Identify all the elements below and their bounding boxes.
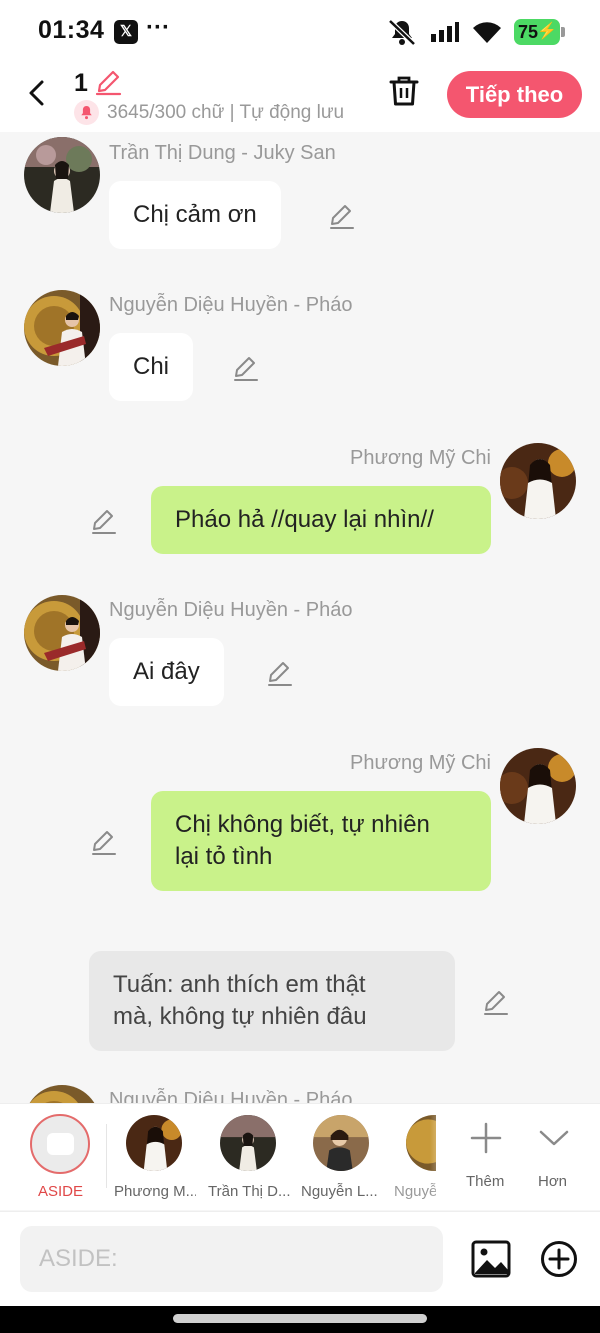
add-circle-icon[interactable] <box>540 1240 578 1278</box>
charging-icon: ⚡ <box>537 23 557 40</box>
edit-pencil-icon[interactable] <box>90 507 118 535</box>
editor-header: 1 3645/300 chữ | Tự động lưu Tiếp theo <box>0 62 600 132</box>
message-bubble[interactable]: Pháo hả //quay lại nhìn// <box>151 486 491 554</box>
speaker-name: Nguyễn Diệu Huyền - Pháo <box>109 294 353 316</box>
avatar-phuong-my-chi[interactable] <box>500 443 576 519</box>
aside-label: ASIDE <box>38 1183 84 1200</box>
back-arrow-icon[interactable] <box>22 78 52 108</box>
bell-icon <box>74 100 99 125</box>
character-selector-bar: ASIDE Phương M... Trần Thị D... Nguyễn L… <box>0 1103 600 1210</box>
status-time: 01:34 <box>38 16 105 44</box>
speaker-name: Phương Mỹ Chi <box>350 447 491 469</box>
aside-input[interactable] <box>20 1226 443 1292</box>
scroll-fade <box>430 1104 460 1204</box>
avatar-nguyen-dieu-huyen[interactable] <box>24 290 100 366</box>
edit-pencil-icon[interactable] <box>90 828 118 856</box>
home-indicator[interactable] <box>173 1314 427 1323</box>
speaker-name: Phương Mỹ Chi <box>350 752 491 774</box>
image-icon[interactable] <box>471 1240 511 1278</box>
message-input-bar <box>0 1211 600 1306</box>
avatar-tran-thi-dung[interactable] <box>24 137 100 213</box>
edit-pencil-icon[interactable] <box>482 988 510 1016</box>
next-button[interactable]: Tiếp theo <box>447 71 582 118</box>
divider <box>106 1124 107 1188</box>
system-nav-bar <box>0 1306 600 1333</box>
app-screen: 01:34 𝕏 ··· 75 ⚡ 1 3645/300 chữ | Tự độn… <box>0 0 600 1333</box>
message-bubble[interactable]: Chị không biết, tự nhiên lại tỏ tình <box>151 791 491 891</box>
story-title[interactable]: 1 <box>74 69 88 98</box>
word-count-status: 3645/300 chữ | Tự động lưu <box>107 102 345 123</box>
status-bar: 01:34 𝕏 ··· 75 ⚡ <box>0 0 600 62</box>
character-avatar-phuong-my-chi[interactable] <box>126 1115 182 1171</box>
message-bubble[interactable]: Chi <box>109 333 194 401</box>
avatar-nguyen-dieu-huyen[interactable] <box>24 595 100 671</box>
edit-pencil-icon[interactable] <box>328 202 356 230</box>
message-line: Chị không biết, tự nhiên <box>175 811 430 838</box>
character-label: Trần Thị D... <box>208 1183 290 1200</box>
aside-line: mà, không tự nhiên đâu <box>113 1003 367 1030</box>
message-line: lại tỏ tình <box>175 843 273 870</box>
avatar-nguyen-dieu-huyen[interactable] <box>24 1085 100 1103</box>
trash-icon[interactable] <box>387 74 421 108</box>
aside-chat-icon[interactable] <box>30 1114 90 1174</box>
aside-line: Tuấn: anh thích em thật <box>113 971 366 998</box>
more-notifications-icon: ··· <box>146 14 170 41</box>
message-bubble[interactable]: Ai đây <box>109 638 224 706</box>
edit-pencil-icon[interactable] <box>266 659 294 687</box>
speaker-name: Nguyễn Diệu Huyền - Pháo <box>109 1089 353 1103</box>
character-avatar-nguyen-l[interactable] <box>313 1115 369 1171</box>
status-icons: 75 ⚡ <box>386 18 565 46</box>
add-character-label[interactable]: Thêm <box>466 1173 504 1190</box>
character-label: Phương M... <box>114 1183 196 1200</box>
message-bubble[interactable]: Chị cảm ơn <box>109 181 281 249</box>
wifi-icon <box>473 22 501 43</box>
speaker-name: Nguyễn Diệu Huyền - Pháo <box>109 599 353 621</box>
battery-indicator: 75 ⚡ <box>514 19 565 45</box>
aside-bubble[interactable]: Tuấn: anh thích em thật mà, không tự nhi… <box>89 951 455 1051</box>
speaker-name: Trần Thị Dung - Juky San <box>109 142 336 164</box>
character-label: Nguyễn L... <box>301 1183 378 1200</box>
edit-title-pencil-icon[interactable] <box>94 68 122 96</box>
character-avatar-tran-thi-dung[interactable] <box>220 1115 276 1171</box>
edit-pencil-icon[interactable] <box>232 354 260 382</box>
avatar-phuong-my-chi[interactable] <box>500 748 576 824</box>
chat-area[interactable]: Trần Thị Dung - Juky San Chị cảm ơn Nguy… <box>0 132 600 1103</box>
chevron-down-icon[interactable] <box>538 1126 570 1150</box>
signal-icon <box>431 22 459 42</box>
mute-icon <box>388 19 416 46</box>
add-character-plus-icon[interactable] <box>470 1122 502 1154</box>
x-app-icon: 𝕏 <box>114 20 138 44</box>
more-label[interactable]: Hơn <box>538 1173 567 1190</box>
battery-level: 75 <box>518 22 539 42</box>
